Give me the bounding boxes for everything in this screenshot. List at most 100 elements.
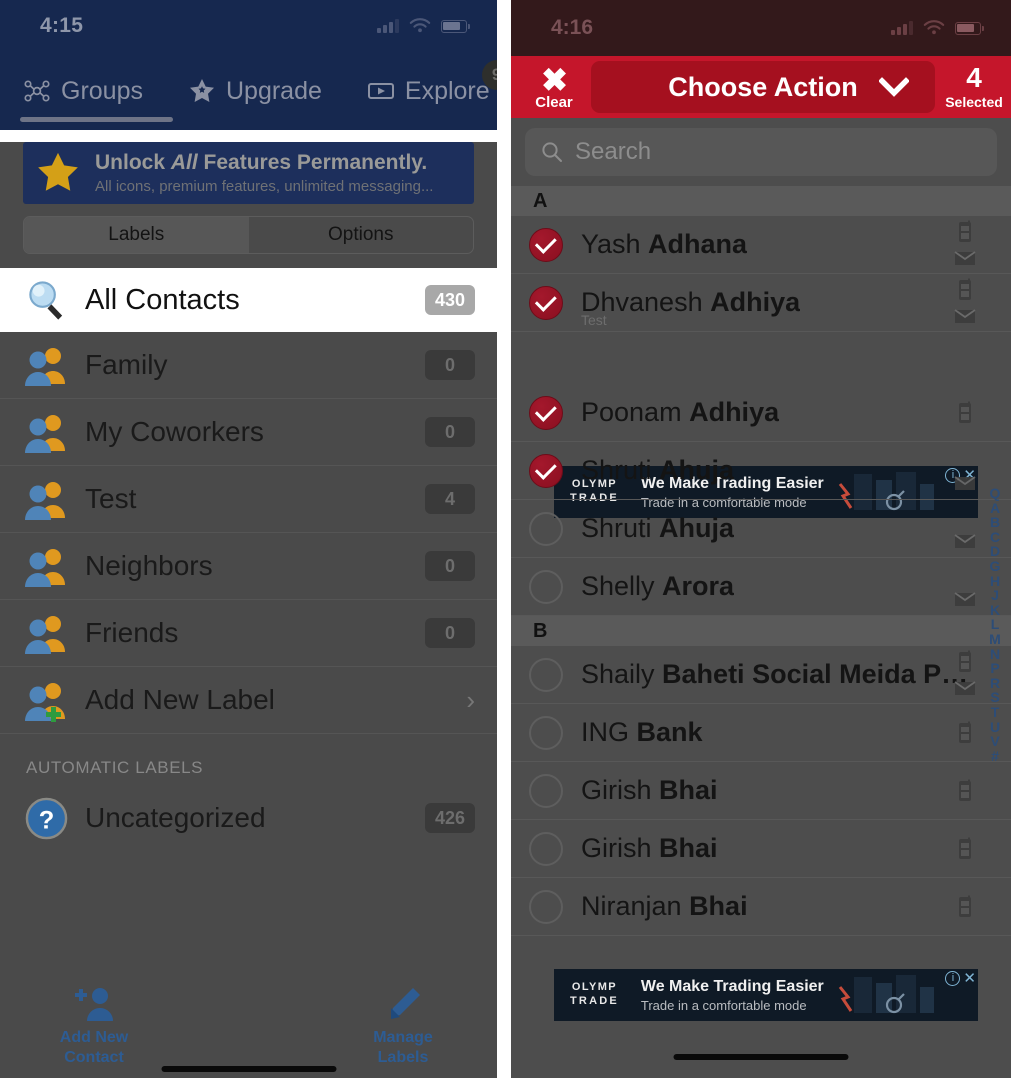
index-letter-N[interactable]: N xyxy=(990,646,1000,662)
label-name: Friends xyxy=(85,617,179,648)
add-new-contact-button[interactable]: Add New Contact xyxy=(34,986,154,1067)
checkbox-unchecked[interactable] xyxy=(529,511,563,546)
section-header-a: A xyxy=(511,186,1011,216)
label-row-uncategorized[interactable]: ? Uncategorized 426 xyxy=(0,786,497,850)
left-panel-contacts-groups: 4:15 Groups Upgrade Explore 9 Unlock All… xyxy=(0,0,497,1078)
contact-row[interactable]: Shruti Ahuja xyxy=(511,500,1011,558)
checkbox-checked[interactable] xyxy=(529,453,563,488)
label-name: Add New Label xyxy=(85,684,275,715)
index-letter-G[interactable]: G xyxy=(990,559,1001,574)
footer-label-line1: Manage xyxy=(373,1029,433,1046)
index-letter-D[interactable]: D xyxy=(990,544,1000,559)
phone-icon xyxy=(959,895,971,917)
phone-icon xyxy=(959,650,971,672)
index-letter-P[interactable]: P xyxy=(990,661,999,676)
tab-labels[interactable]: Labels xyxy=(24,217,249,253)
checkbox-unchecked[interactable] xyxy=(529,773,563,808)
clear-selection-button[interactable]: ✖ Clear xyxy=(519,64,589,111)
index-letter-C[interactable]: C xyxy=(990,530,1000,545)
checkbox-unchecked[interactable] xyxy=(529,569,563,604)
checkbox-unchecked[interactable] xyxy=(529,831,563,866)
all-contacts-row[interactable]: All Contacts 430 xyxy=(0,268,497,332)
contact-row[interactable]: Girish Bhai xyxy=(511,820,1011,878)
label-row-my-coworkers[interactable]: My Coworkers 0 xyxy=(0,399,497,466)
right-status-bar: 4:16 xyxy=(511,0,1011,56)
battery-icon xyxy=(955,21,984,35)
label-row-friends[interactable]: Friends 0 xyxy=(0,600,497,667)
contact-name: Shaily Baheti Social Meida P… xyxy=(581,659,969,689)
contact-row[interactable]: Dhvanesh Adhiya Test xyxy=(511,274,1011,332)
wifi-icon xyxy=(409,18,431,33)
phone-icon xyxy=(959,837,971,859)
pencil-icon xyxy=(391,988,420,1019)
index-letter-T[interactable]: T xyxy=(991,705,1000,720)
phone-icon xyxy=(959,721,971,743)
search-input[interactable]: Search xyxy=(525,128,997,176)
selected-count: 4 xyxy=(966,62,982,93)
index-letter-J[interactable]: J xyxy=(991,588,999,603)
contact-row[interactable]: Poonam Adhiya xyxy=(511,384,1011,442)
label-count: 0 xyxy=(425,551,475,581)
status-bar-time: 4:16 xyxy=(551,16,594,39)
index-letter-A[interactable]: A xyxy=(990,500,1000,516)
promo-subtitle: All icons, premium features, unlimited m… xyxy=(95,177,434,195)
selected-count-badge: 4 Selected xyxy=(937,62,1011,111)
clear-label: Clear xyxy=(535,93,573,111)
checkbox-checked[interactable] xyxy=(529,395,563,430)
footer-label-line2: Contact xyxy=(64,1048,124,1066)
choose-action-button[interactable]: Choose Action xyxy=(591,61,935,113)
label-count: 4 xyxy=(425,484,475,514)
nav-tab-groups[interactable]: Groups xyxy=(22,76,143,106)
manage-labels-button[interactable]: Manage Labels xyxy=(343,986,463,1067)
index-letter-U[interactable]: U xyxy=(990,719,1000,735)
nav-tab-upgrade[interactable]: Upgrade xyxy=(187,76,322,106)
video-play-icon xyxy=(366,76,396,106)
index-letter-R[interactable]: R xyxy=(990,676,1000,691)
checkbox-unchecked[interactable] xyxy=(529,657,563,692)
people-group-icon xyxy=(25,415,65,453)
svg-text:?: ? xyxy=(39,806,55,834)
close-x-icon[interactable]: ✕ xyxy=(963,971,976,986)
checkbox-checked[interactable] xyxy=(529,227,563,262)
index-letter-L[interactable]: L xyxy=(991,617,1000,632)
contact-row[interactable]: Niranjan Bhai xyxy=(511,878,1011,936)
index-letter-V[interactable]: V xyxy=(990,734,999,749)
index-letter-B[interactable]: B xyxy=(990,515,1000,530)
label-row-neighbors[interactable]: Neighbors 0 xyxy=(0,533,497,600)
label-name: My Coworkers xyxy=(85,416,264,447)
promo-banner[interactable]: Unlock All Features Permanently. All ico… xyxy=(23,142,474,204)
index-letter-#[interactable]: # xyxy=(991,749,999,764)
info-icon[interactable]: i xyxy=(945,971,961,986)
label-row-family[interactable]: Family 0 xyxy=(0,332,497,399)
home-indicator-bar xyxy=(161,1066,336,1072)
tab-options[interactable]: Options xyxy=(249,217,474,253)
checkbox-checked[interactable] xyxy=(529,285,563,320)
nav-tab-explore[interactable]: Explore 9 xyxy=(366,60,497,106)
wifi-icon xyxy=(923,20,945,35)
label-name: Family xyxy=(85,349,168,380)
contact-name: Shruti Ahuja xyxy=(581,513,735,543)
checkbox-unchecked[interactable] xyxy=(529,715,563,750)
contact-row[interactable]: Shruti Ahuja xyxy=(511,442,1011,500)
contact-row[interactable]: Yash Adhana xyxy=(511,216,1011,274)
index-letter-S[interactable]: S xyxy=(990,690,999,705)
footer-label-line2: Labels xyxy=(377,1048,429,1066)
contact-row[interactable]: Shaily Baheti Social Meida P… xyxy=(511,646,1011,704)
contact-name: Shruti Ahuja xyxy=(581,455,735,485)
index-letter-M[interactable]: M xyxy=(989,632,1001,647)
index-letter-K[interactable]: K xyxy=(990,603,1000,618)
ad-controls[interactable]: i ✕ xyxy=(945,971,976,986)
left-panel-body: Unlock All Features Permanently. All ico… xyxy=(0,142,497,1078)
label-row-add-new-label[interactable]: Add New Label › xyxy=(0,667,497,734)
footer-label-line1: Add New xyxy=(59,1029,129,1046)
checkbox-unchecked[interactable] xyxy=(529,889,563,924)
index-letter-H[interactable]: H xyxy=(990,573,1000,589)
ad-banner-bottom[interactable]: OLYMP TRADE We Make Trading Easier Trade… xyxy=(554,969,978,1021)
index-search-icon[interactable]: Q xyxy=(990,486,1001,501)
contact-row[interactable]: ING Bank xyxy=(511,704,1011,762)
contact-row[interactable]: Girish Bhai xyxy=(511,762,1011,820)
contact-row[interactable]: Shelly Arora xyxy=(511,558,1011,616)
label-row-test[interactable]: Test 4 xyxy=(0,466,497,533)
alphabet-index-scrubber[interactable]: Q A B C D G H J K L M N P R S T U V # xyxy=(983,486,1007,763)
chevron-down-icon xyxy=(879,77,909,97)
